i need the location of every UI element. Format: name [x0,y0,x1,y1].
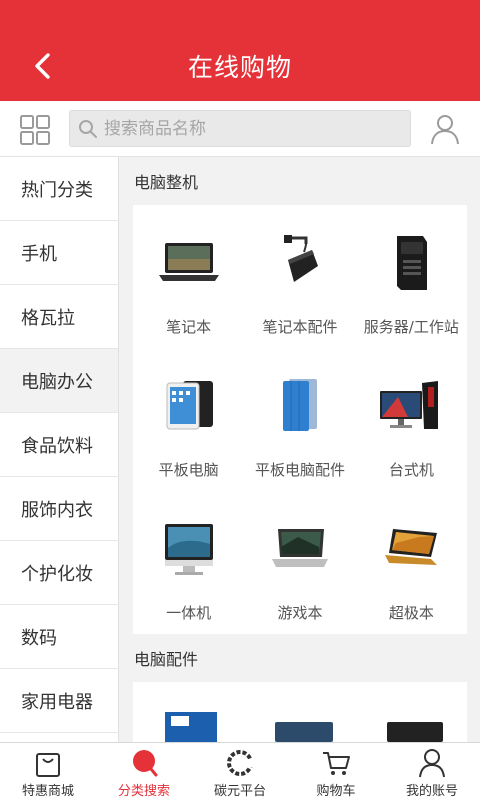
product-item-desktop[interactable]: 台式机 [356,348,467,491]
section-title: 电脑整机 [134,173,199,192]
sidebar-item-label: 热门分类 [21,179,93,201]
product-item-all-in-one[interactable]: 一体机 [133,491,244,634]
product-label: 台式机 [388,461,434,479]
all-in-one-icon [164,524,213,575]
search-category-icon [133,750,158,777]
sidebar-item-label: 食品饮料 [21,435,93,457]
carbon-logo-icon [227,750,255,776]
sidebar-item-beauty[interactable]: 个护化妆 [0,541,118,605]
nav-label: 分类搜索 [117,784,170,799]
product-content: 电脑整机 笔记本 笔记本配件 服务器/工作站 平板电脑 平板电脑配件 台式机 一… [120,157,480,742]
server-tower-icon [397,236,428,290]
account-icon [419,749,445,778]
sidebar-item-computer-office[interactable]: 电脑办公 [0,349,118,413]
product-item-laptop-accessory[interactable]: 笔记本配件 [244,205,355,348]
sidebar-item-phone[interactable]: 手机 [0,221,118,285]
search-row [0,101,480,157]
tab-carbon-platform[interactable]: 碳元平台 [192,743,288,800]
product-label: 笔记本 [166,318,212,336]
product-label: 笔记本配件 [262,318,338,336]
sidebar-item-hot[interactable]: 热门分类 [0,157,118,221]
laptop-icon [158,243,219,281]
search-box[interactable] [69,110,411,147]
sidebar-item-label: 格瓦拉 [21,307,75,329]
product-item-ultrabook[interactable]: 超极本 [356,491,467,634]
search-input[interactable] [104,111,404,146]
nav-label: 我的账号 [405,784,458,799]
sidebar-item-digital[interactable]: 数码 [0,605,118,669]
sidebar-item-label: 个护化妆 [21,563,93,585]
product-label: 平板电脑 [158,461,219,479]
sidebar-item-label: 服饰内衣 [21,499,93,521]
tab-category-search[interactable]: 分类搜索 [96,743,192,800]
page-title: 在线购物 [187,53,292,82]
sidebar-item-label: 数码 [21,627,57,649]
mousepad-icon [275,722,333,742]
sidebar-item-label: 家用电器 [21,691,93,713]
sidebar-item-appliances[interactable]: 家用电器 [0,669,118,733]
desktop-pc-icon [380,381,439,429]
product-item-server[interactable]: 服务器/工作站 [356,205,467,348]
sidebar-item-label: 手机 [21,243,57,265]
ultrabook-icon [385,529,438,565]
product-grid: 笔记本 笔记本配件 服务器/工作站 平板电脑 平板电脑配件 台式机 一体机 游戏… [133,205,467,634]
search-icon [79,120,97,138]
product-label: 平板电脑配件 [254,461,345,479]
user-icon [431,115,459,145]
product-item-tablet-accessory[interactable]: 平板电脑配件 [244,348,355,491]
tablet-icon [166,381,213,430]
keyboard-icon [387,722,443,742]
tab-my-account[interactable]: 我的账号 [384,743,480,800]
category-sidebar: 热门分类 手机 格瓦拉 电脑办公 食品饮料 服饰内衣 个护化妆 数码 家用电器 [0,157,119,742]
top-bar: 在线购物 [0,0,480,101]
tab-special-mall[interactable]: 特惠商城 [0,743,96,800]
user-profile-button[interactable] [430,113,460,145]
tab-cart[interactable]: 购物车 [288,743,384,800]
product-label: 一体机 [166,604,212,622]
gaming-laptop-icon [271,529,328,567]
product-panel-accessories [133,682,467,742]
app-root: 在线购物 热门分类 手机 格瓦拉 [0,0,480,800]
power-adapter-icon [283,235,318,282]
product-label: 服务器/工作站 [363,318,459,336]
sidebar-item-apparel[interactable]: 服饰内衣 [0,477,118,541]
product-label: 游戏本 [277,604,323,622]
grid-icon [20,115,50,145]
sidebar-item-gewara[interactable]: 格瓦拉 [0,285,118,349]
sidebar-item-label: 电脑办公 [21,371,93,393]
section-title: 电脑配件 [134,650,199,669]
product-panel: 笔记本 笔记本配件 服务器/工作站 平板电脑 平板电脑配件 台式机 一体机 游戏… [133,205,467,634]
bottom-nav: 特惠商城 分类搜索 碳元平台 购物车 我的账号 [0,742,480,800]
nav-label: 特惠商城 [21,784,74,799]
shopping-bag-icon [36,753,60,777]
product-item-gaming-laptop[interactable]: 游戏本 [244,491,355,634]
cart-icon [323,752,350,775]
sidebar-item-food[interactable]: 食品饮料 [0,413,118,477]
nav-label: 购物车 [316,784,356,799]
tablet-case-icon [282,379,317,431]
product-label: 超极本 [388,604,434,622]
cpu-box-icon [165,712,217,742]
nav-label: 碳元平台 [213,784,266,799]
grid-menu-button[interactable] [20,115,50,145]
product-item-laptop[interactable]: 笔记本 [133,205,244,348]
product-item-tablet[interactable]: 平板电脑 [133,348,244,491]
